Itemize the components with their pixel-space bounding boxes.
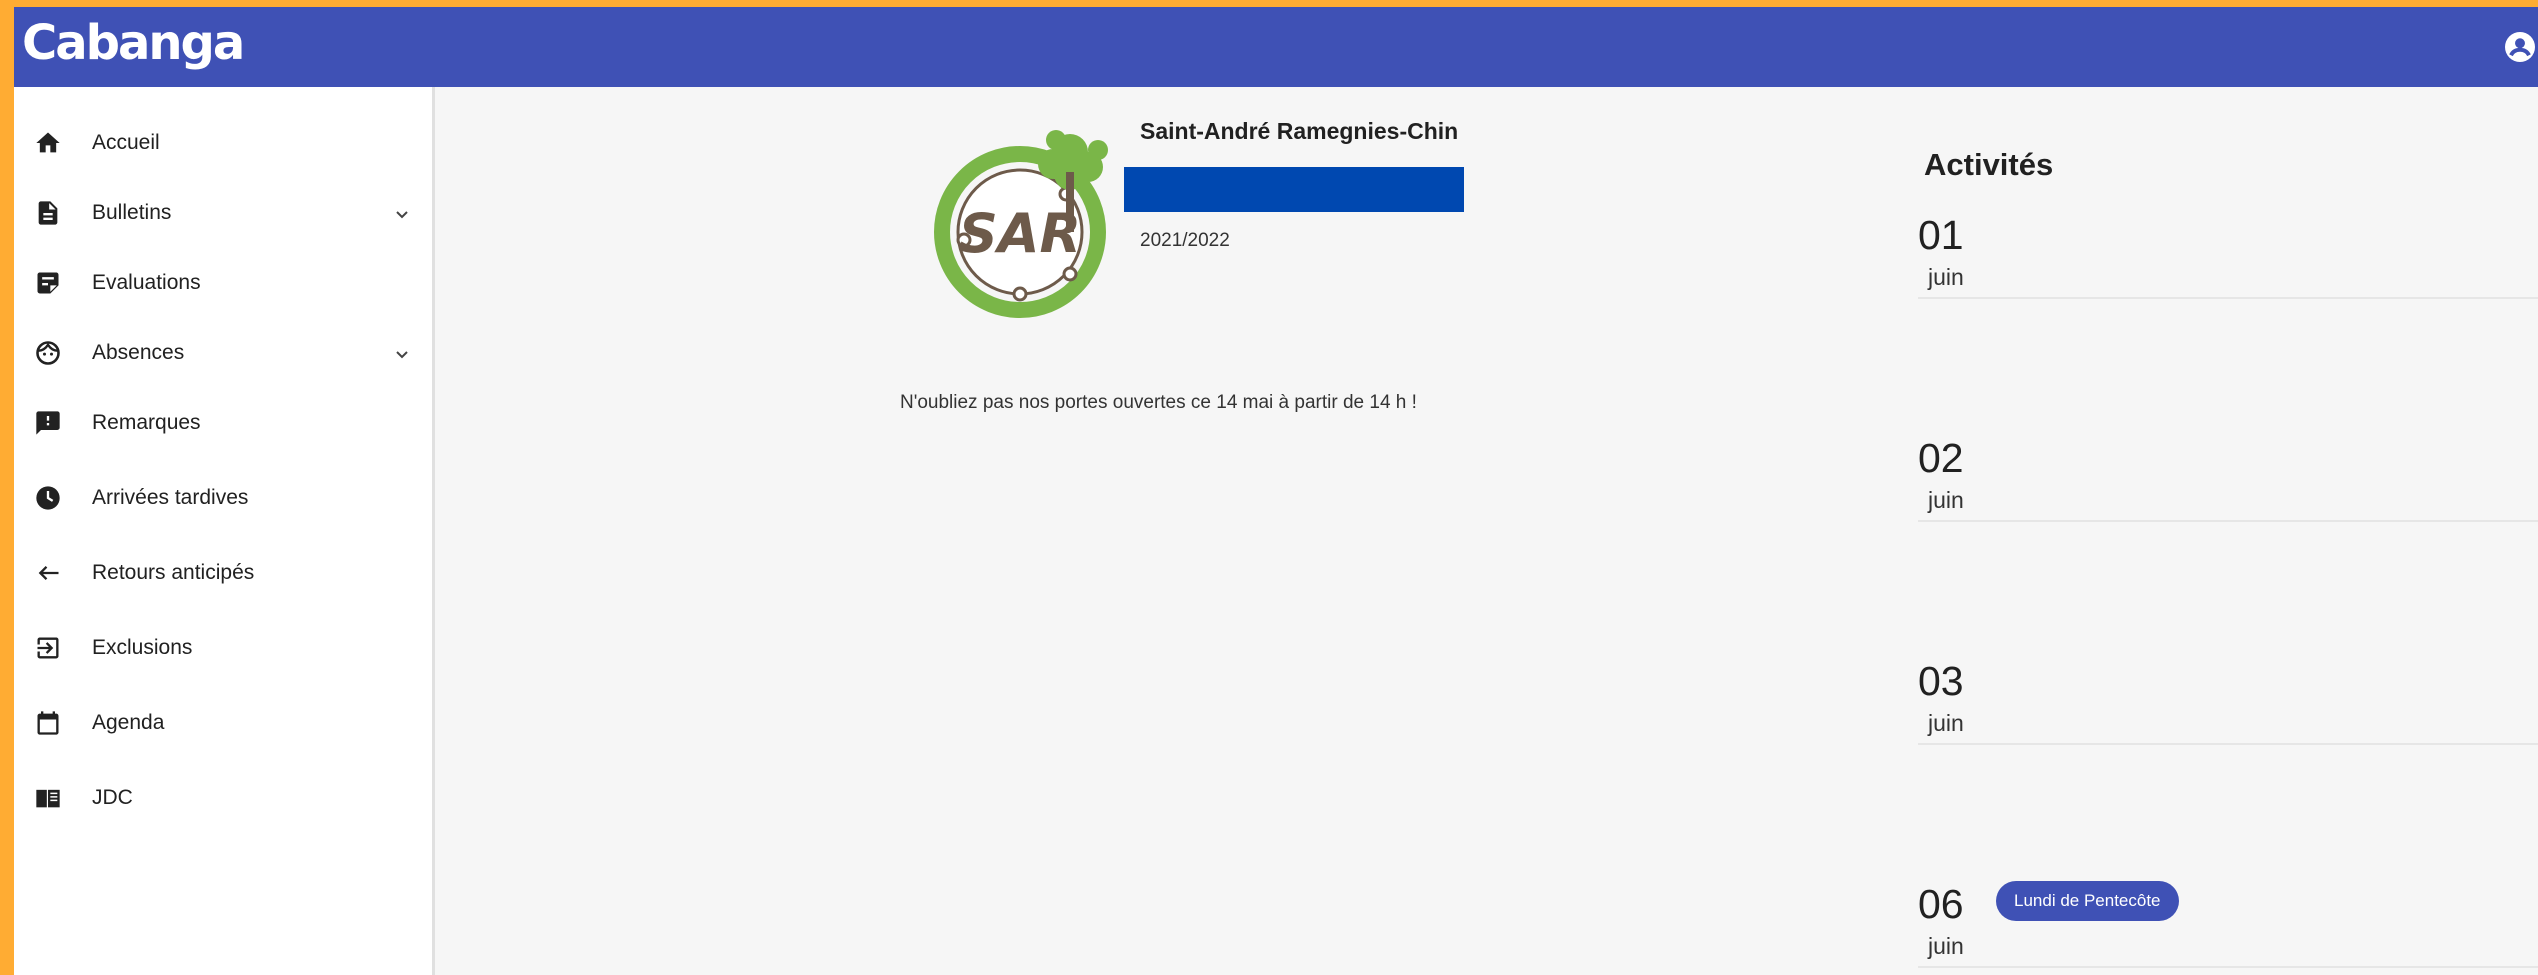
sidebar-item-label: Remarques [92, 411, 201, 434]
face-icon [36, 341, 60, 365]
sidebar-item-exclusions[interactable]: Exclusions [14, 618, 432, 678]
sidebar-item-accueil[interactable]: Accueil [14, 113, 432, 173]
day-number: 06 [1918, 881, 1964, 927]
sidebar-item-label: Bulletins [92, 201, 172, 224]
sidebar-item-agenda[interactable]: Agenda [14, 693, 432, 753]
document-icon [38, 201, 58, 225]
sidebar-item-label: Absences [92, 341, 185, 364]
divider [1918, 966, 2538, 968]
app-window: Cabanga Accueil Bulletins Evaluations Ab… [14, 7, 2538, 975]
calendar-icon [37, 711, 59, 735]
chevron-down-icon[interactable] [390, 203, 414, 227]
school-name: Saint-André Ramegnies-Chin [1140, 118, 1459, 144]
sidebar-item-absences[interactable]: Absences [14, 323, 432, 383]
day-month: juin [1928, 264, 1964, 290]
day-number: 01 [1918, 212, 1964, 258]
exit-icon [37, 637, 59, 659]
school-year: 2021/2022 [1140, 230, 1230, 251]
activity-day: 06 Lundi de Pentecôte juin [1918, 881, 2538, 971]
activities-title: Activités [1924, 147, 2054, 182]
sidebar-item-arrivees-tardives[interactable]: Arrivées tardives [14, 468, 432, 528]
feedback-icon [36, 411, 60, 435]
activity-day: 01 juin [1918, 212, 2538, 302]
event-chip[interactable]: Lundi de Pentecôte [1996, 881, 2179, 921]
school-logo: SAR [934, 130, 1108, 318]
divider [1918, 743, 2538, 745]
sidebar-item-label: Evaluations [92, 271, 201, 294]
sidebar-nav: Accueil Bulletins Evaluations Absences R… [14, 87, 435, 975]
day-number: 02 [1918, 435, 1964, 481]
day-month: juin [1928, 933, 1964, 959]
sidebar-item-label: Exclusions [92, 636, 193, 659]
account-icon[interactable] [2502, 29, 2538, 65]
book-icon [36, 789, 60, 808]
day-month: juin [1928, 487, 1964, 513]
activity-day: 02 juin [1918, 435, 2538, 525]
sidebar-item-label: Agenda [92, 711, 165, 734]
evaluation-icon [37, 272, 59, 294]
sidebar-item-evaluations[interactable]: Evaluations [14, 253, 432, 313]
sidebar-item-label: Accueil [92, 131, 160, 154]
return-arrow-icon [38, 566, 59, 580]
clock-icon [36, 486, 60, 510]
svg-text:SAR: SAR [959, 202, 1081, 265]
sidebar-item-bulletins[interactable]: Bulletins [14, 183, 432, 243]
day-number: 03 [1918, 658, 1964, 704]
sidebar-item-jdc[interactable]: JDC [14, 768, 432, 828]
sidebar-item-label: JDC [92, 786, 133, 809]
sidebar-item-remarques[interactable]: Remarques [14, 393, 432, 453]
day-month: juin [1928, 710, 1964, 736]
chevron-down-icon[interactable] [390, 343, 414, 367]
divider [1918, 297, 2538, 299]
divider [1918, 520, 2538, 522]
announcement-text: N'oubliez pas nos portes ouvertes ce 14 … [900, 392, 1417, 413]
sidebar-item-retours-anticipes[interactable]: Retours anticipés [14, 543, 432, 603]
home-icon [36, 132, 60, 153]
sidebar-item-label: Retours anticipés [92, 561, 255, 584]
redacted-field [1124, 167, 1464, 212]
app-logo[interactable]: Cabanga [22, 15, 245, 71]
top-app-bar: Cabanga [14, 7, 2538, 87]
activity-day: 03 juin [1918, 658, 2538, 748]
sidebar-item-label: Arrivées tardives [92, 486, 249, 509]
